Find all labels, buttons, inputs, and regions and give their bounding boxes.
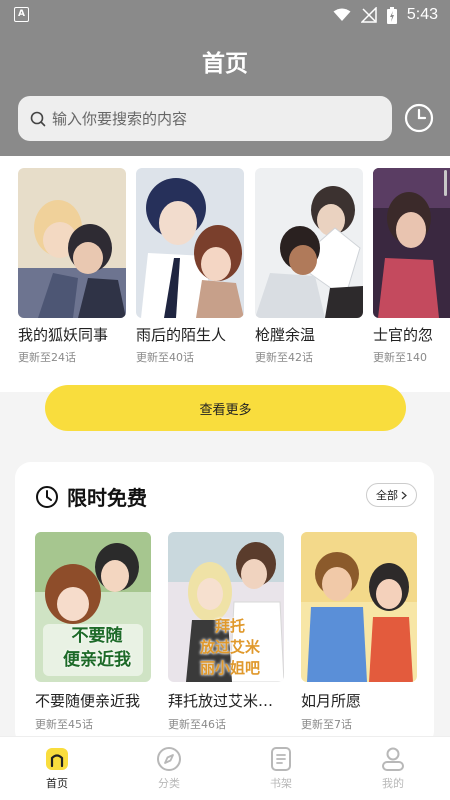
comic-card[interactable]: 枪膛余温 更新至42话 <box>255 168 363 365</box>
header: A 5:43 首页 输入你要搜索的内容 <box>0 0 450 156</box>
comic-title: 我的狐妖同事 <box>18 326 109 344</box>
bottom-nav: 首页 分类 书架 我的 <box>0 736 450 800</box>
comic-card[interactable]: 如月所愿 更新至7话 <box>301 532 417 732</box>
comic-cover <box>301 532 417 682</box>
section-header: 限时免费 <box>35 482 147 511</box>
view-all-button[interactable]: 全部 <box>366 483 417 507</box>
home-icon <box>46 748 68 770</box>
comic-update: 更新至40话 <box>136 351 194 364</box>
status-icons: 5:43 <box>333 5 438 25</box>
history-clock-icon[interactable] <box>403 102 435 134</box>
comic-card[interactable]: 雨后的陌生人 更新至40话 <box>136 168 244 365</box>
scrollbar[interactable] <box>444 170 447 196</box>
nav-profile[interactable]: 我的 <box>363 746 423 791</box>
nav-home[interactable]: 首页 <box>27 746 87 791</box>
wifi-icon <box>333 8 351 21</box>
nav-category[interactable]: 分类 <box>139 746 199 791</box>
comic-card[interactable]: 我的狐妖同事 更新至24话 <box>18 168 126 365</box>
comic-title: 不要随便亲近我 <box>35 692 141 710</box>
search-icon <box>30 111 46 126</box>
nav-label: 我的 <box>382 777 404 790</box>
comic-update: 更新至45话 <box>35 718 93 731</box>
app-root: A 5:43 首页 输入你要搜索的内容 我的狐妖同事 更新至24话 雨后的陌生人… <box>0 0 450 800</box>
recommend-carousel[interactable]: 我的狐妖同事 更新至24话 雨后的陌生人 更新至40话 枪膛余温 更新至42话 … <box>0 156 450 392</box>
page-title: 首页 <box>202 51 248 77</box>
clock-icon <box>36 485 58 508</box>
comic-title: 如月所愿 <box>301 692 362 710</box>
chevron-right-icon <box>401 491 407 499</box>
nav-label: 首页 <box>46 777 68 790</box>
comic-title: 枪膛余温 <box>255 326 316 344</box>
section-title: 限时免费 <box>67 486 147 510</box>
comic-cover <box>255 168 363 318</box>
comic-update: 更新至24话 <box>18 351 76 364</box>
comic-update: 更新至42话 <box>255 351 313 364</box>
comic-cover <box>373 168 450 318</box>
comic-update: 更新至7话 <box>301 718 352 731</box>
comic-title: 士官的忽 <box>373 326 434 344</box>
cover-text: 不要随 便亲近我 <box>63 626 131 670</box>
search-input[interactable]: 输入你要搜索的内容 <box>18 96 392 141</box>
comic-cover: 拜托 放过艾米 丽小姐吧 <box>168 532 284 682</box>
battery-charging-icon <box>386 6 397 24</box>
search-placeholder: 输入你要搜索的内容 <box>52 110 188 128</box>
comic-title: 拜托放过艾米… <box>168 692 274 710</box>
view-more-button[interactable]: 查看更多 <box>45 385 406 431</box>
comic-cover <box>136 168 244 318</box>
comic-card[interactable]: 不要随 便亲近我 不要随便亲近我 更新至45话 <box>35 532 151 732</box>
cover-text: 拜托 放过艾米 丽小姐吧 <box>199 617 260 677</box>
comic-update: 更新至140 <box>373 351 427 364</box>
nav-label: 书架 <box>270 777 292 790</box>
no-signal-icon <box>360 7 377 23</box>
comic-card[interactable]: 士官的忽 更新至140 <box>373 168 450 365</box>
nav-bookshelf[interactable]: 书架 <box>251 746 311 791</box>
limited-free-section: 限时免费 全部 不要随 便亲近我 不要随便亲近我 更新至45话 拜托 放过艾米 … <box>15 462 434 747</box>
notification-app-icon: A <box>14 7 29 22</box>
view-all-label: 全部 <box>376 489 398 502</box>
status-bar: A 5:43 <box>0 0 450 30</box>
comic-title: 雨后的陌生人 <box>136 326 227 344</box>
bookshelf-icon <box>271 747 291 771</box>
clock: 5:43 <box>406 6 438 23</box>
compass-icon <box>157 747 181 771</box>
comic-cover: 不要随 便亲近我 <box>35 532 151 682</box>
profile-icon <box>382 747 404 771</box>
nav-label: 分类 <box>158 777 180 790</box>
comic-card[interactable]: 拜托 放过艾米 丽小姐吧 拜托放过艾米… 更新至46话 <box>168 532 284 732</box>
comic-update: 更新至46话 <box>168 718 226 731</box>
comic-cover <box>18 168 126 318</box>
